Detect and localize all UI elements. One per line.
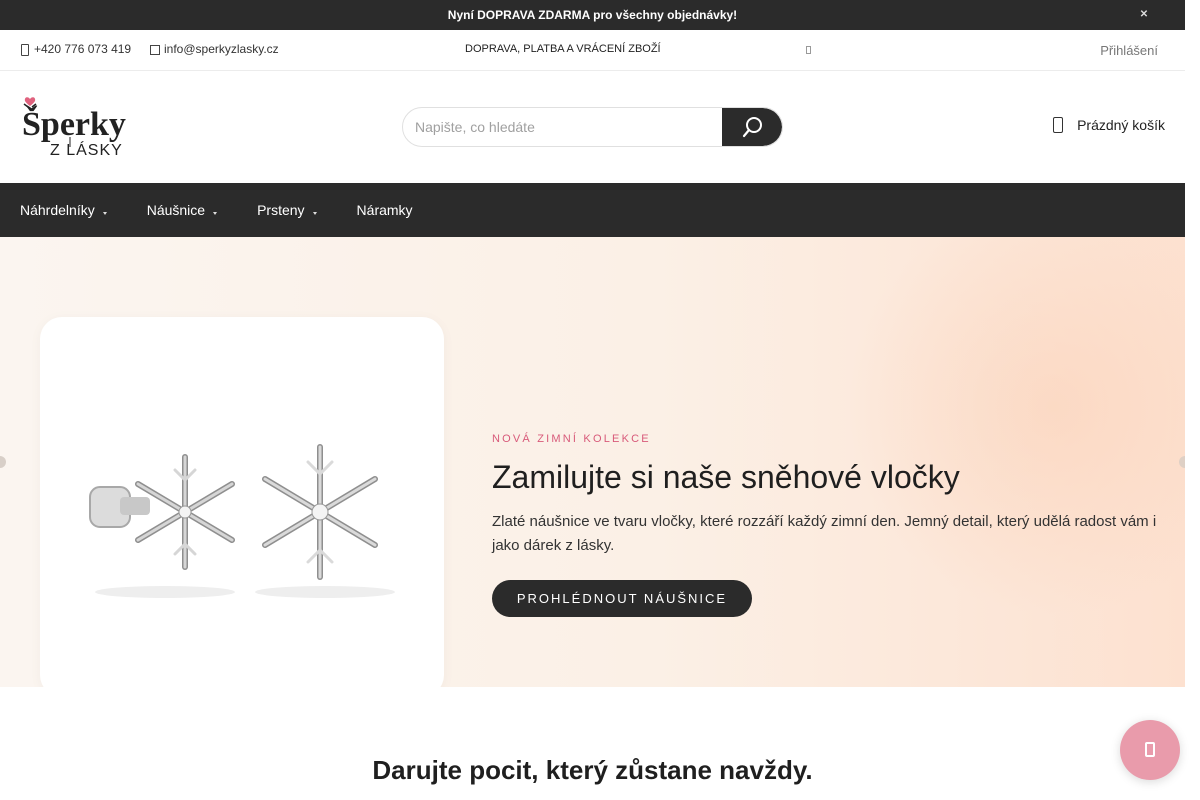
nav-item-label: Náramky xyxy=(356,202,413,218)
nav-item-bracelets[interactable]: Náramky xyxy=(357,202,413,218)
nav-item-label: Prsteny xyxy=(257,202,305,218)
search-input[interactable] xyxy=(403,108,725,146)
chat-icon xyxy=(1145,742,1155,757)
section-title: Darujte pocit, který zůstane navždy. xyxy=(372,755,813,785)
slider-prev-arrow[interactable] xyxy=(0,456,6,468)
nav-item-earrings[interactable]: Náušnice xyxy=(146,202,218,218)
site-logo[interactable]: Šperky Z LÁSKY xyxy=(20,95,152,159)
nav-item-label: Náhrdelníky xyxy=(20,202,95,218)
top-bar: +420 776 073 419 info@sperkyzlasky.cz DO… xyxy=(0,30,1185,71)
chevron-down-icon xyxy=(312,211,317,215)
logo-mark: Šperky Z LÁSKY xyxy=(22,97,126,159)
cart-icon xyxy=(1053,117,1064,133)
search-button[interactable] xyxy=(722,108,782,146)
cart-label: Prázdný košík xyxy=(1077,117,1165,133)
phone-icon xyxy=(20,43,29,56)
cart-button[interactable]: Prázdný košík xyxy=(1053,117,1165,133)
nav-item-rings[interactable]: Prsteny xyxy=(257,202,317,218)
close-icon[interactable]: ✕ xyxy=(1139,9,1149,21)
hero-image-card xyxy=(40,317,444,687)
snowflake-earrings-image xyxy=(89,444,395,598)
search-box xyxy=(402,107,783,147)
phone-contact[interactable]: +420 776 073 419 xyxy=(20,42,131,56)
header: Šperky Z LÁSKY Prázdný košík xyxy=(0,71,1185,183)
main-nav: Náhrdelníky Náušnice Prsteny Náramky xyxy=(0,183,1185,237)
nav-item-label: Náušnice xyxy=(146,202,206,218)
nav-item-necklaces[interactable]: Náhrdelníky xyxy=(20,202,107,218)
announcement-text: Nyní DOPRAVA ZDARMA pro všechny objednáv… xyxy=(447,8,738,22)
hero-eyebrow: NOVÁ ZIMNÍ KOLEKCE xyxy=(492,433,651,445)
mail-icon xyxy=(150,43,160,55)
hero-banner: NOVÁ ZIMNÍ KOLEKCE Zamilujte si naše sně… xyxy=(0,237,1185,687)
hero-text-block: NOVÁ ZIMNÍ KOLEKCE Zamilujte si naše sně… xyxy=(492,433,1162,617)
logo-subtext: Z LÁSKY xyxy=(50,140,123,157)
logo-text: Šperky xyxy=(22,105,126,143)
search-icon xyxy=(742,117,762,138)
shipping-link[interactable]: DOPRAVA, PLATBA A VRÁCENÍ ZBOŽÍ xyxy=(465,43,661,55)
hero-cta-button[interactable]: PROHLÉDNOUT NÁUŠNICE xyxy=(492,580,752,617)
announcement-bar: Nyní DOPRAVA ZDARMA pro všechny objednáv… xyxy=(0,0,1185,30)
slider-next-arrow[interactable] xyxy=(1179,456,1185,468)
phone-number[interactable]: +420 776 073 419 xyxy=(34,42,131,56)
chevron-down-icon xyxy=(213,211,218,215)
email-contact[interactable]: info@sperkyzlasky.cz xyxy=(150,42,279,56)
dropdown-icon[interactable] xyxy=(806,46,811,54)
email-address[interactable]: info@sperkyzlasky.cz xyxy=(164,42,279,56)
chat-button[interactable] xyxy=(1120,720,1180,780)
chevron-down-icon xyxy=(102,211,107,215)
login-link[interactable]: Přihlášení xyxy=(1100,43,1158,58)
hero-title: Zamilujte si naše sněhové vločky xyxy=(492,459,960,495)
hero-description: Zlaté náušnice ve tvaru vločky, které ro… xyxy=(492,513,1157,554)
